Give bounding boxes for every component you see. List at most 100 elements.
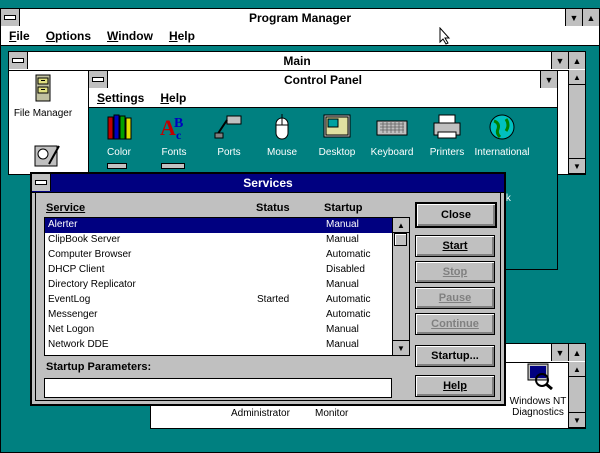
- service-name: Messenger: [48, 309, 98, 320]
- control-printers-item[interactable]: Printers: [417, 113, 477, 158]
- file-cabinet-icon: [35, 74, 51, 102]
- scroll-thumb[interactable]: [394, 233, 407, 246]
- service-status: Started: [257, 294, 290, 305]
- control-panel-group-icon[interactable]: [31, 142, 63, 172]
- desktop-icon: [323, 114, 351, 138]
- main-group-title: Main: [283, 54, 311, 68]
- control-keyboard-item[interactable]: Keyboard: [362, 113, 422, 158]
- services-title: Services: [243, 176, 293, 190]
- ports-label: Ports: [217, 147, 241, 158]
- scroll-down-icon[interactable]: ▼: [569, 158, 585, 174]
- control-international-item[interactable]: International: [472, 113, 532, 158]
- international-label: International: [474, 147, 530, 158]
- admin-tools-minimize-button[interactable]: ▼: [551, 344, 568, 361]
- svg-text:c: c: [176, 128, 182, 141]
- continue-button[interactable]: Continue: [415, 313, 495, 335]
- service-startup: Automatic: [326, 249, 371, 260]
- file-manager-label: File Manager: [13, 108, 73, 119]
- startup-parameters-label: Startup Parameters:: [46, 361, 152, 373]
- control-fonts-item[interactable]: A B c Fonts: [144, 113, 204, 158]
- services-system-menu[interactable]: [32, 174, 51, 191]
- desktop-label: Desktop: [318, 147, 356, 158]
- mouse-pointer-icon: [439, 27, 451, 45]
- menu-help[interactable]: Help: [161, 29, 203, 43]
- service-startup: Manual: [326, 234, 359, 245]
- main-group-titlebar[interactable]: Main ▼ ▲: [9, 52, 585, 71]
- program-manager-titlebar[interactable]: Program Manager ▼ ▲: [1, 9, 599, 28]
- help-button[interactable]: Help: [415, 375, 495, 397]
- file-manager-item[interactable]: File Manager: [13, 74, 73, 119]
- scroll-up-icon[interactable]: ▲: [393, 218, 409, 233]
- scroll-up-icon[interactable]: ▲: [569, 70, 585, 85]
- service-startup: Manual: [326, 339, 359, 350]
- service-row[interactable]: Net Logon Manual: [45, 323, 393, 338]
- main-maximize-button[interactable]: ▲: [568, 52, 585, 69]
- menu-file[interactable]: File: [1, 29, 38, 43]
- partial-icon: [107, 163, 127, 169]
- services-listbox[interactable]: Alerter Manual ClipBook Server Manual Comput…: [44, 217, 410, 356]
- service-row[interactable]: ClipBook Server Manual: [45, 233, 393, 248]
- windows-nt-diagnostics-item[interactable]: Windows NT Diagnostics: [503, 362, 573, 418]
- diagnostics-label-line1: Windows NT: [509, 396, 567, 407]
- monitor-label: Monitor: [315, 408, 349, 419]
- service-row[interactable]: EventLog Started Automatic: [45, 293, 393, 308]
- close-button[interactable]: Close: [415, 202, 497, 228]
- maximize-button[interactable]: ▲: [582, 9, 599, 26]
- control-panel-minimize-button[interactable]: ▼: [540, 71, 557, 88]
- control-panel-title: Control Panel: [283, 73, 362, 87]
- services-titlebar[interactable]: Services: [32, 174, 504, 193]
- main-minimize-button[interactable]: ▼: [551, 52, 568, 69]
- fonts-label: Fonts: [161, 147, 187, 158]
- control-panel-titlebar[interactable]: Control Panel ▼: [89, 71, 557, 90]
- program-manager-title: Program Manager: [248, 11, 352, 25]
- startup-parameters-input[interactable]: [44, 378, 392, 398]
- column-header-service: Service: [46, 202, 86, 214]
- program-manager-system-menu[interactable]: [1, 9, 20, 26]
- menu-window[interactable]: Window: [99, 29, 161, 43]
- service-name: Network DDE: [48, 339, 109, 350]
- menu-cp-help[interactable]: Help: [152, 91, 194, 105]
- service-row[interactable]: Alerter Manual: [45, 218, 393, 233]
- service-startup: Disabled: [326, 264, 365, 275]
- startup-button[interactable]: Startup...: [415, 345, 495, 367]
- service-row[interactable]: Network DDE Manual: [45, 338, 393, 353]
- service-startup: Automatic: [326, 309, 371, 320]
- column-header-status: Status: [256, 202, 290, 214]
- diagnostics-icon: [527, 363, 553, 391]
- services-list-scrollbar[interactable]: ▲ ▼: [392, 218, 409, 355]
- start-button[interactable]: Start: [415, 235, 495, 257]
- service-row[interactable]: Computer Browser Automatic: [45, 248, 393, 263]
- mouse-label: Mouse: [266, 147, 297, 158]
- control-color-item[interactable]: Color: [89, 113, 149, 158]
- stop-button[interactable]: Stop: [415, 261, 495, 283]
- control-desktop-item[interactable]: Desktop: [307, 113, 367, 158]
- service-name: EventLog: [48, 294, 91, 305]
- control-panel-system-menu[interactable]: [89, 71, 108, 88]
- control-mouse-item[interactable]: Mouse: [252, 113, 312, 158]
- menu-settings[interactable]: Settings: [89, 91, 152, 105]
- main-vertical-scrollbar[interactable]: ▲ ▼: [568, 70, 585, 174]
- diagnostics-label-line2: Diagnostics: [512, 407, 564, 418]
- minimize-button[interactable]: ▼: [565, 9, 582, 26]
- column-header-startup: Startup: [324, 202, 363, 214]
- administrator-label: Administrator: [231, 408, 290, 419]
- service-name: Directory Replicator: [48, 279, 136, 290]
- control-ports-item[interactable]: Ports: [199, 113, 259, 158]
- service-row[interactable]: Messenger Automatic: [45, 308, 393, 323]
- fonts-icon: A B c: [160, 115, 183, 142]
- menu-options[interactable]: Options: [38, 29, 99, 43]
- admin-tools-maximize-button[interactable]: ▲: [568, 344, 585, 361]
- scroll-down-icon[interactable]: ▼: [393, 340, 409, 355]
- service-name: Alerter: [48, 219, 78, 230]
- main-group-system-menu[interactable]: [9, 52, 28, 69]
- service-row[interactable]: Directory Replicator Manual: [45, 278, 393, 293]
- service-name: Computer Browser: [48, 249, 132, 260]
- partial-icon: [161, 163, 185, 169]
- plug-icon: [214, 115, 242, 139]
- crayons-icon: [107, 114, 132, 140]
- mouse-icon: [275, 114, 289, 140]
- printers-label: Printers: [429, 147, 465, 158]
- pause-button[interactable]: Pause: [415, 287, 495, 309]
- service-row[interactable]: DHCP Client Disabled: [45, 263, 393, 278]
- service-name: ClipBook Server: [48, 234, 121, 245]
